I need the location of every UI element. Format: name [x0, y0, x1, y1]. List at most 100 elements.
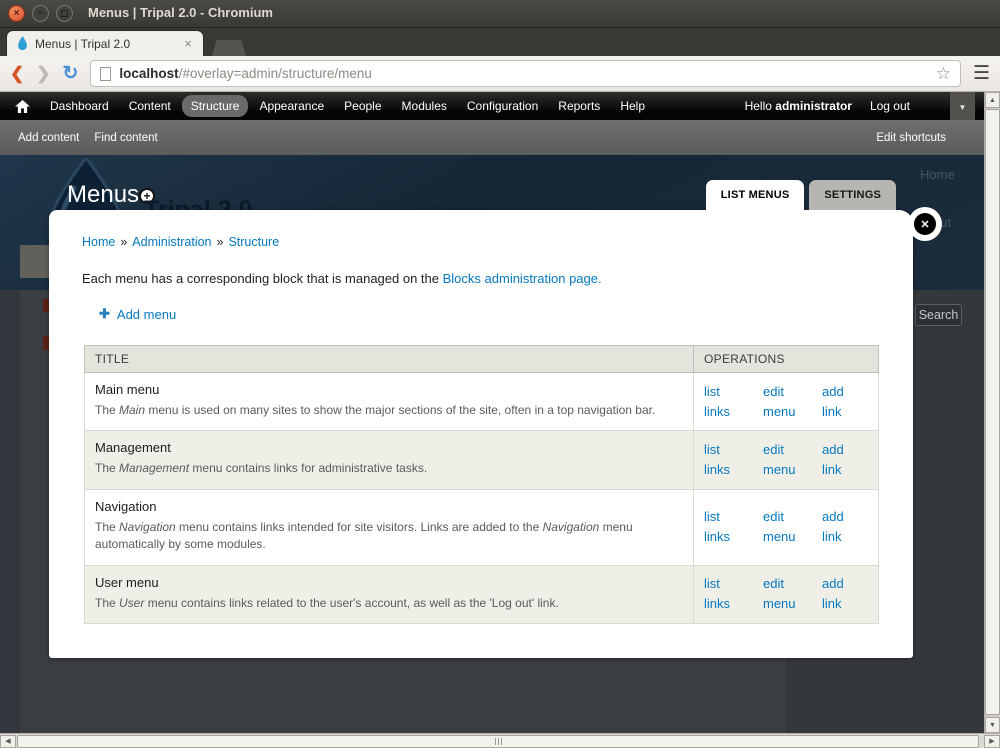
- edit-shortcuts-link[interactable]: Edit shortcuts: [876, 132, 946, 144]
- scrollbar-grip: [495, 738, 496, 745]
- operations-cell: listlinks editmenu addlink: [694, 373, 879, 431]
- op-link-edit-menu[interactable]: editmenu: [763, 507, 809, 547]
- horizontal-scrollbar-thumb[interactable]: [17, 735, 979, 748]
- page-title: Menus: [67, 181, 139, 209]
- logout-link[interactable]: Log out: [870, 99, 910, 113]
- breadcrumb-link-home[interactable]: Home: [82, 235, 115, 249]
- menu-title-cell: User menuThe User menu contains links re…: [85, 565, 694, 623]
- op-link-list-links[interactable]: listlinks: [704, 440, 750, 480]
- admin-overlay: LIST MENUSSETTINGS ✕ Home»Administration…: [49, 210, 913, 658]
- add-menu-link[interactable]: Add menu: [117, 307, 176, 322]
- toolbar-item-people[interactable]: People: [335, 95, 390, 117]
- table-row-user-menu: User menuThe User menu contains links re…: [85, 565, 879, 623]
- overlay-content: Home»Administration»Structure Each menu …: [49, 210, 913, 624]
- shortcuts-items: Add content Find content: [18, 132, 173, 144]
- vertical-scrollbar[interactable]: ▲ ▼: [984, 92, 1000, 733]
- scrollbar-grip: [498, 738, 499, 745]
- blocks-admin-link[interactable]: Blocks administration page: [443, 271, 598, 286]
- shortcut-add-content[interactable]: Add content: [18, 132, 79, 144]
- toolbar-item-help[interactable]: Help: [611, 95, 654, 117]
- table-row-management: Management The Management menu contains l…: [85, 431, 879, 489]
- overlay-tabs: LIST MENUSSETTINGS: [706, 180, 896, 210]
- op-link-add-link[interactable]: addlink: [822, 574, 868, 614]
- toolbar-item-structure[interactable]: Structure: [182, 95, 249, 117]
- menu-description: The Navigation menu contains links inten…: [95, 519, 683, 554]
- breadcrumb-link-structure[interactable]: Structure: [228, 235, 279, 249]
- forward-button-icon[interactable]: ❯: [36, 64, 50, 84]
- toolbar-item-appearance[interactable]: Appearance: [250, 95, 333, 117]
- toolbar-item-configuration[interactable]: Configuration: [458, 95, 547, 117]
- op-link-list-links[interactable]: listlinks: [704, 507, 750, 547]
- drupal-favicon-icon: [16, 36, 29, 51]
- shortcut-find-content[interactable]: Find content: [94, 132, 157, 144]
- shortcuts-bar: Add content Find content Edit shortcuts: [0, 120, 984, 155]
- menu-name: Management: [95, 440, 683, 455]
- menu-description: The Main menu is used on many sites to s…: [95, 402, 683, 419]
- operations-cell: listlinks editmenu addlink: [694, 489, 879, 565]
- intro-period: .: [598, 271, 602, 286]
- op-link-edit-menu[interactable]: editmenu: [763, 574, 809, 614]
- table-row-navigation: Navigation The Navigation menu contains l…: [85, 489, 879, 565]
- intro-prefix: Each menu has a corresponding block that…: [82, 271, 443, 286]
- toolbar-item-dashboard[interactable]: Dashboard: [41, 95, 118, 117]
- window-close-button[interactable]: ×: [8, 5, 25, 22]
- home-icon[interactable]: [15, 100, 30, 113]
- window-minimize-button[interactable]: −: [32, 5, 49, 22]
- bookmark-star-icon[interactable]: ☆: [936, 64, 951, 84]
- operations-cell: listlinks editmenu addlink: [694, 431, 879, 489]
- window-controls: × −: [8, 5, 73, 22]
- op-link-edit-menu[interactable]: editmenu: [763, 382, 809, 422]
- toolbar-item-reports[interactable]: Reports: [549, 95, 609, 117]
- browser-tabstrip: Menus | Tripal 2.0 ×: [0, 28, 1000, 56]
- page-icon: [100, 67, 111, 81]
- table-header: TITLEOPERATIONS: [85, 346, 879, 373]
- search-button[interactable]: Search: [915, 304, 962, 326]
- scroll-left-icon[interactable]: ◀: [0, 735, 16, 748]
- greeting-text: Hello administrator: [745, 99, 852, 113]
- toolbar-toggle-button[interactable]: ▼: [950, 92, 975, 123]
- overlay-close-button[interactable]: ✕: [914, 213, 936, 235]
- breadcrumb-link-administration[interactable]: Administration: [132, 235, 211, 249]
- close-icon: ✕: [920, 218, 929, 231]
- menu-description: The Management menu contains links for a…: [95, 460, 683, 477]
- browser-menu-icon[interactable]: ☰: [973, 64, 990, 83]
- breadcrumb-separator: »: [217, 235, 224, 249]
- op-link-add-link[interactable]: addlink: [822, 507, 868, 547]
- table-row-main-menu: Main menu The Main menu is used on many s…: [85, 373, 879, 431]
- overlay-tab-settings[interactable]: SETTINGS: [809, 180, 896, 210]
- toolbar-item-content[interactable]: Content: [120, 95, 180, 117]
- back-button-icon[interactable]: ❮: [10, 64, 24, 84]
- op-link-list-links[interactable]: listlinks: [704, 574, 750, 614]
- scroll-right-icon[interactable]: ▶: [984, 735, 1000, 748]
- window-maximize-button[interactable]: [56, 5, 73, 22]
- admin-toolbar-menu: DashboardContentStructureAppearancePeopl…: [41, 95, 656, 117]
- table-body: Main menu The Main menu is used on many s…: [85, 373, 879, 624]
- op-link-list-links[interactable]: listlinks: [704, 382, 750, 422]
- browser-toolbar: ❮ ❯ ↻ localhost /#overlay=admin/structur…: [0, 56, 1000, 92]
- menu-name: Navigation: [95, 499, 683, 514]
- scroll-up-icon[interactable]: ▲: [985, 92, 1000, 108]
- menu-title-cell: Navigation The Navigation menu contains l…: [85, 489, 694, 565]
- scroll-down-icon[interactable]: ▼: [985, 717, 1000, 733]
- overlay-tab-list-menus[interactable]: LIST MENUS: [706, 180, 805, 210]
- address-bar[interactable]: localhost /#overlay=admin/structure/menu…: [90, 60, 961, 87]
- reload-button-icon[interactable]: ↻: [63, 62, 79, 85]
- caret-down-icon: ▼: [959, 103, 967, 112]
- op-link-add-link[interactable]: addlink: [822, 382, 868, 422]
- scrollbar-grip: [501, 738, 502, 745]
- add-menu-action: ✚ Add menu: [99, 306, 880, 322]
- toolbar-item-modules[interactable]: Modules: [393, 95, 456, 117]
- browser-tab[interactable]: Menus | Tripal 2.0 ×: [6, 30, 204, 56]
- tab-close-icon[interactable]: ×: [182, 36, 194, 51]
- op-link-edit-menu[interactable]: editmenu: [763, 440, 809, 480]
- menu-name: Main menu: [95, 382, 683, 397]
- new-tab-button[interactable]: [212, 40, 246, 56]
- column-header-operations: OPERATIONS: [694, 346, 879, 373]
- main-menu-home-link[interactable]: Home: [920, 167, 955, 182]
- url-path: /#overlay=admin/structure/menu: [179, 66, 372, 81]
- vertical-scrollbar-thumb[interactable]: [985, 109, 1000, 715]
- horizontal-scrollbar[interactable]: ◀ ▶: [0, 733, 1000, 748]
- menu-title-cell: Main menu The Main menu is used on many s…: [85, 373, 694, 431]
- op-link-add-link[interactable]: addlink: [822, 440, 868, 480]
- window-title: Menus | Tripal 2.0 - Chromium: [88, 5, 273, 20]
